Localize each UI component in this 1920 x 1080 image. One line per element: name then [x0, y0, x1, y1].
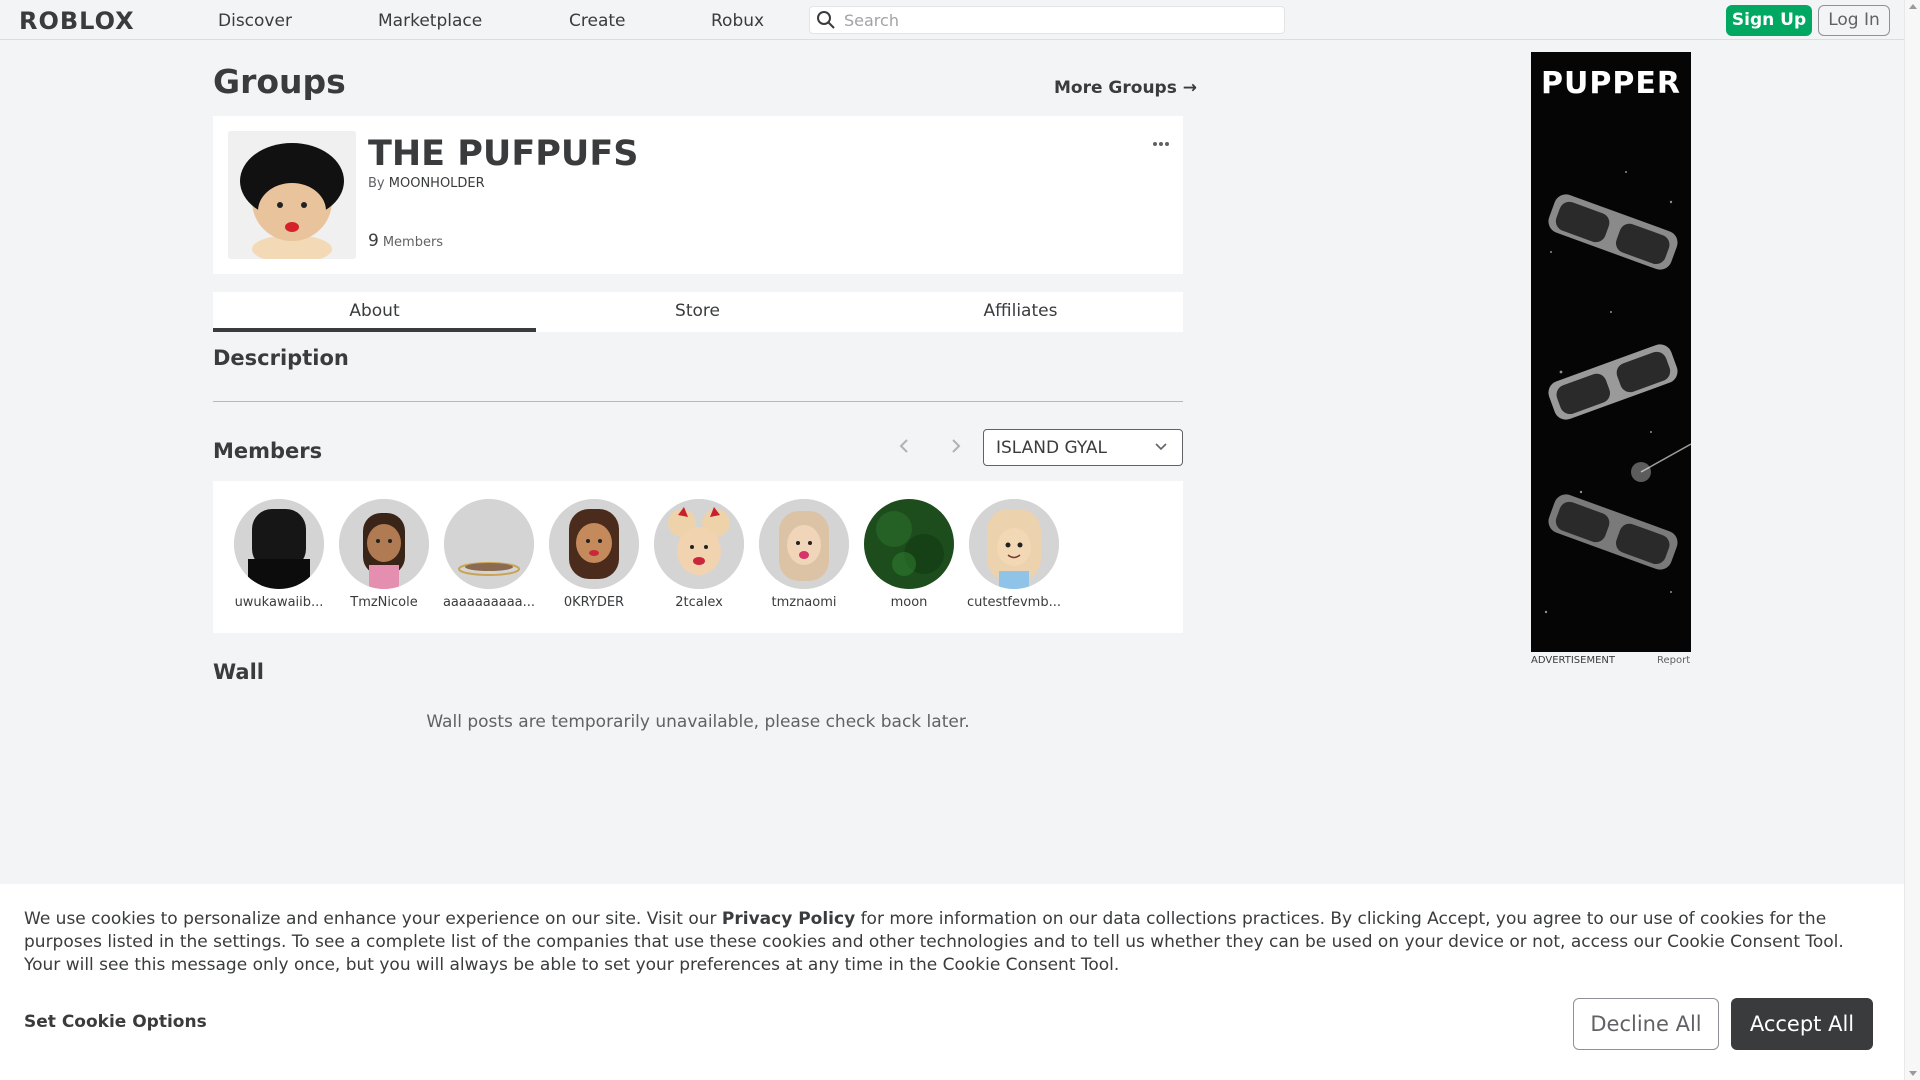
member-count: 9 Members [368, 231, 443, 251]
group-header-card: THE PUFPUFS By MOONHOLDER 9 Members [213, 116, 1183, 274]
nav-robux[interactable]: Robux [711, 11, 764, 31]
group-name: THE PUFPUFS [368, 134, 639, 174]
chevron-left-icon[interactable] [898, 437, 910, 460]
decline-all-button[interactable]: Decline All [1573, 998, 1719, 1050]
advertisement-banner[interactable]: PUPPER [1531, 52, 1691, 652]
scroll-down-icon[interactable] [1909, 1071, 1917, 1076]
member-name[interactable]: uwukawaiib... [229, 595, 329, 610]
tab-store[interactable]: Store [536, 292, 859, 332]
member-tile[interactable]: 0KRYDER [544, 499, 644, 610]
group-emblem [228, 131, 356, 259]
ellipsis-icon[interactable] [1152, 131, 1170, 152]
cookie-text-before: We use cookies to personalize and enhanc… [24, 909, 722, 929]
description-divider [213, 401, 1183, 402]
roblox-logo[interactable]: ROBLOX [19, 7, 135, 35]
member-name[interactable]: cutestfevmb... [964, 595, 1064, 610]
group-owner-link[interactable]: MOONHOLDER [389, 176, 485, 191]
member-tile[interactable]: TmzNicole [334, 499, 434, 610]
ad-label: ADVERTISEMENT [1531, 655, 1616, 666]
member-tile[interactable]: 2tcalex [649, 499, 749, 610]
top-navigation-bar: ROBLOX Discover Marketplace Create Robux… [0, 0, 1904, 40]
chevron-right-icon[interactable] [950, 437, 962, 460]
avatar[interactable] [654, 499, 744, 589]
search-input[interactable]: Search [809, 6, 1285, 34]
search-placeholder: Search [844, 11, 899, 30]
nav-discover[interactable]: Discover [218, 11, 292, 31]
accept-all-button[interactable]: Accept All [1731, 998, 1873, 1050]
member-name[interactable]: 0KRYDER [544, 595, 644, 610]
member-name[interactable]: 2tcalex [649, 595, 749, 610]
avatar[interactable] [234, 499, 324, 589]
member-tile[interactable]: uwukawaiib... [229, 499, 329, 610]
log-in-button[interactable]: Log In [1818, 5, 1890, 36]
avatar[interactable] [969, 499, 1059, 589]
sign-up-button[interactable]: Sign Up [1726, 5, 1812, 36]
privacy-policy-link[interactable]: Privacy Policy [722, 909, 855, 929]
nav-marketplace[interactable]: Marketplace [378, 11, 482, 31]
role-selected-value: ISLAND GYAL [996, 438, 1107, 458]
avatar[interactable] [759, 499, 849, 589]
by-label: By [368, 176, 385, 191]
member-name[interactable]: moon [859, 595, 959, 610]
chevron-down-icon [1154, 439, 1168, 459]
members-heading: Members [213, 439, 323, 463]
member-name[interactable]: TmzNicole [334, 595, 434, 610]
member-tile[interactable]: aaaaaaaaaa... [439, 499, 539, 610]
member-tile[interactable]: moon [859, 499, 959, 610]
members-list: uwukawaiib... TmzNicole aaaaaaaaaa... 0K… [213, 481, 1183, 633]
set-cookie-options-link[interactable]: Set Cookie Options [24, 1012, 207, 1032]
member-tile[interactable]: tmznaomi [754, 499, 854, 610]
sunglasses-image [1544, 171, 1691, 614]
tab-affiliates[interactable]: Affiliates [859, 292, 1182, 332]
wall-unavailable-message: Wall posts are temporarily unavailable, … [426, 712, 970, 732]
cookie-consent-banner: We use cookies to personalize and enhanc… [0, 884, 1904, 1080]
avatar[interactable] [444, 499, 534, 589]
nav-create[interactable]: Create [569, 11, 626, 31]
avatar[interactable] [864, 499, 954, 589]
page-scrollbar[interactable] [1904, 0, 1920, 1080]
member-name[interactable]: tmznaomi [754, 595, 854, 610]
page-title: Groups [213, 62, 346, 101]
member-tile[interactable]: cutestfevmb... [964, 499, 1064, 610]
ad-report-link[interactable]: Report [1657, 655, 1690, 666]
wall-heading: Wall [213, 660, 264, 684]
tab-about[interactable]: About [213, 292, 536, 332]
description-heading: Description [213, 346, 349, 370]
scroll-up-icon[interactable] [1909, 4, 1917, 9]
avatar[interactable] [339, 499, 429, 589]
more-groups-link[interactable]: More Groups → [1054, 78, 1197, 98]
member-name[interactable]: aaaaaaaaaa... [439, 595, 539, 610]
group-tabs: About Store Affiliates [213, 292, 1183, 332]
search-icon [816, 10, 836, 34]
cookie-message: We use cookies to personalize and enhanc… [24, 908, 1884, 977]
group-owner-line: By MOONHOLDER [368, 176, 485, 191]
member-count-label: Members [382, 235, 444, 250]
role-dropdown[interactable]: ISLAND GYAL [983, 429, 1183, 466]
avatar[interactable] [549, 499, 639, 589]
member-count-value: 9 [368, 231, 379, 251]
